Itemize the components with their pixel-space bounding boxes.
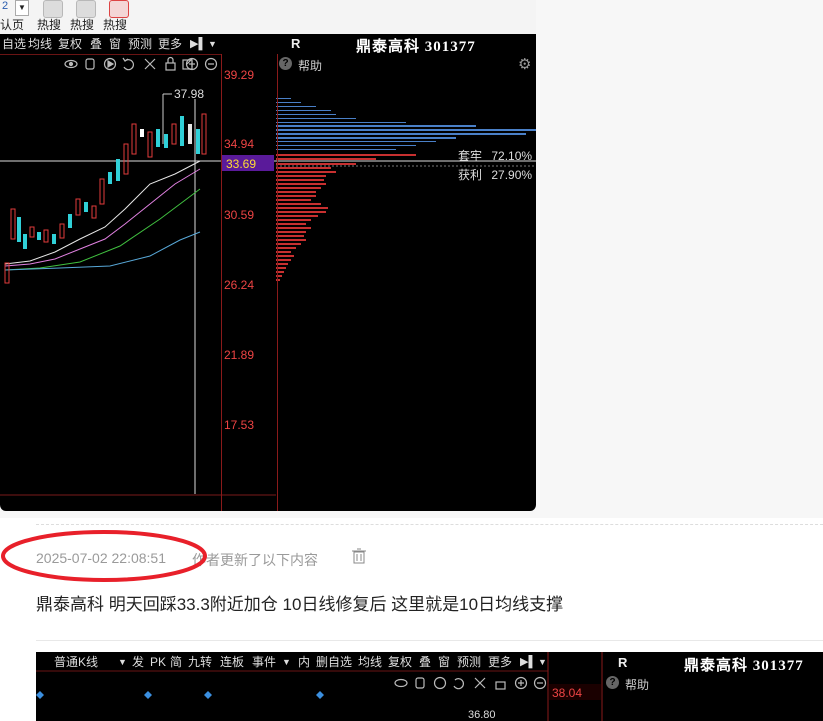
chip-stat-value: 72.10% [491, 149, 533, 163]
mini-stock-title: 鼎泰高科 301377 [684, 658, 804, 674]
play-icon[interactable] [433, 676, 447, 690]
chip-distribution-red [276, 154, 416, 281]
toolbar-label-page: 认页 [0, 18, 25, 32]
zoom-in-icon[interactable] [514, 676, 528, 690]
lock-icon[interactable] [165, 56, 176, 71]
price-label: 39.29 [224, 68, 255, 82]
hand-icon[interactable] [415, 677, 425, 689]
toolbar-label: 热搜 [37, 18, 62, 32]
toolbar-label: 热搜 [70, 18, 95, 32]
kline-chart-panel: 自选 均线 复权 叠 窗 预测 更多 ▶▌ ▼ R 鼎泰高科 301377 ? … [0, 34, 536, 511]
mini-price-top: 38.04 [552, 686, 582, 700]
play-icon[interactable] [103, 57, 117, 71]
chip-stat-trapped: 套牢 72.10% [458, 147, 532, 164]
top-toolbar: 2 ▼ 认页 热搜 热搜 热搜 [0, 0, 536, 34]
chevron-down-icon[interactable]: ▼ [15, 0, 29, 16]
high-label: 37.98 [174, 87, 204, 101]
chip-stat-value: 27.90% [491, 168, 533, 182]
ma-pink [4, 168, 201, 267]
price-label: 34.94 [224, 137, 255, 151]
toolbar-label: 热搜 [103, 18, 128, 32]
mini-r-label: R [618, 655, 628, 670]
price-label: 30.59 [224, 208, 255, 222]
divider [36, 524, 823, 525]
eye-icon[interactable] [64, 59, 78, 69]
page-dropdown-value[interactable]: 2 [2, 0, 8, 12]
hand-icon[interactable] [85, 58, 95, 70]
chip-stat-label: 获利 [458, 168, 483, 182]
zoom-out-icon[interactable] [204, 57, 218, 71]
scissors-icon[interactable] [144, 58, 156, 70]
event-markers [36, 691, 324, 699]
hot-search-button-2[interactable]: 热搜 [70, 0, 96, 34]
mini-kline-chart: 普通K线 ▼ 发 PK 简 九转 连板 事件 ▼ 内 删自选 均线 复权 叠 窗… [36, 652, 823, 721]
candles [4, 113, 207, 284]
eye-icon[interactable] [394, 678, 408, 688]
chip-distribution-blue [276, 98, 536, 150]
ma-blue [4, 231, 201, 271]
chart-tools [64, 56, 218, 71]
price-axis: 39.29 34.94 30.59 26.24 21.89 17.53 [221, 54, 278, 511]
help-icon[interactable]: ? [606, 676, 619, 689]
post-feed: 2025-07-02 22:08:51 作者更新了以下内容 鼎泰高科 明天回踩3… [0, 518, 823, 721]
hot-search-button-1[interactable]: 热搜 [37, 0, 63, 34]
post-text: 鼎泰高科 明天回踩33.3附近加仓 10日线修复后 这里就是10日均线支撑 [36, 595, 564, 614]
lock-icon[interactable] [495, 681, 506, 690]
undo-icon[interactable] [122, 57, 134, 71]
chip-stat-profit: 获利 27.90% [458, 166, 532, 183]
ma-white [4, 160, 201, 265]
mini-help-label[interactable]: 帮助 [625, 676, 649, 693]
price-label: 17.53 [224, 418, 255, 432]
price-label: 21.89 [224, 348, 255, 362]
chip-stat-label: 套牢 [458, 149, 483, 163]
price-label: 26.24 [224, 278, 255, 292]
page-select[interactable]: 2 ▼ 认页 [0, 0, 30, 34]
undo-icon[interactable] [453, 678, 464, 690]
red-circle-annotation [1, 530, 207, 582]
scissors-icon[interactable] [474, 677, 486, 689]
mini-price-label: 36.80 [468, 709, 496, 721]
zoom-out-icon[interactable] [533, 676, 547, 690]
divider [36, 640, 823, 641]
trash-icon[interactable] [352, 548, 366, 569]
hot-search-button-3[interactable]: 热搜 [103, 0, 129, 34]
